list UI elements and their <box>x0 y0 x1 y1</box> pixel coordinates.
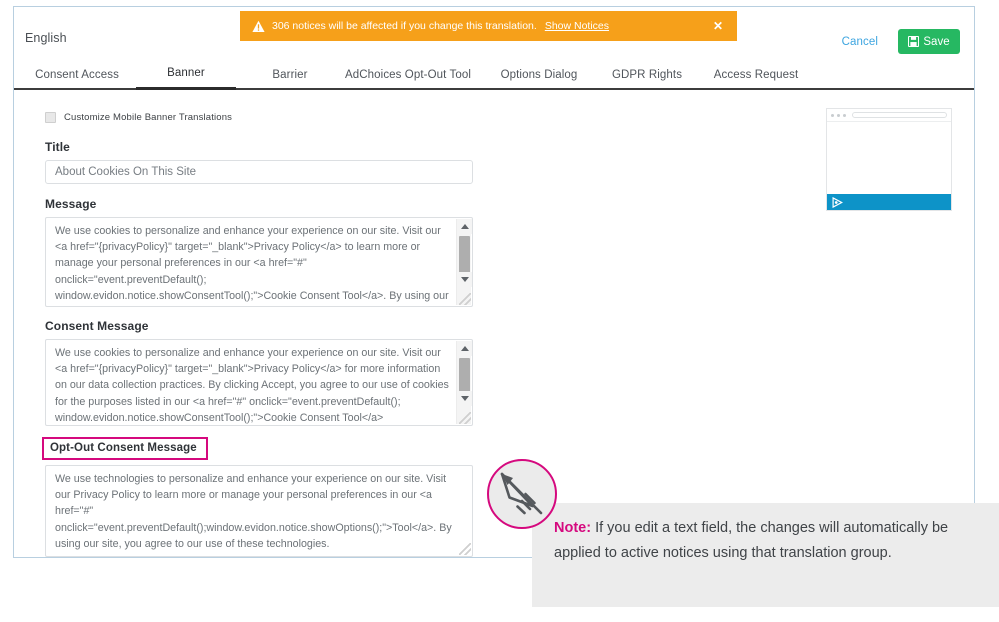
banner-preview-thumbnail[interactable] <box>826 108 952 211</box>
consent-message-field-group: Consent Message We use cookies to person… <box>45 319 473 426</box>
panel-header: English 306 notices will be affected if … <box>14 7 974 59</box>
resize-handle[interactable] <box>459 543 471 555</box>
title-field-group: Title <box>45 140 473 184</box>
save-button-label: Save <box>923 35 950 48</box>
pencil-circle-icon <box>487 459 557 529</box>
tab-adchoices-optout-tool[interactable]: AdChoices Opt-Out Tool <box>334 59 482 90</box>
warning-text: 306 notices will be affected if you chan… <box>272 20 537 32</box>
tab-banner[interactable]: Banner <box>136 59 236 90</box>
scroll-down-arrow-icon[interactable] <box>457 391 472 406</box>
scrollbar-thumb[interactable] <box>459 236 470 276</box>
note-callout: Note: If you edit a text field, the chan… <box>532 503 999 607</box>
resize-handle[interactable] <box>459 293 471 305</box>
window-dot <box>843 113 846 117</box>
tab-barrier[interactable]: Barrier <box>250 59 330 90</box>
resize-handle[interactable] <box>459 412 471 424</box>
cancel-button[interactable]: Cancel <box>842 36 878 48</box>
tab-bar: Consent Access Banner Barrier AdChoices … <box>14 59 974 90</box>
preview-page-area <box>827 122 951 194</box>
message-textarea-value: We use cookies to personalize and enhanc… <box>55 225 449 302</box>
preview-banner-strip <box>827 194 951 210</box>
customize-mobile-banner-checkbox[interactable] <box>45 112 56 123</box>
translation-warning-banner: 306 notices will be affected if you chan… <box>240 11 737 41</box>
tab-options-dialog[interactable]: Options Dialog <box>484 59 594 90</box>
screenshot-root: English 306 notices will be affected if … <box>0 0 999 622</box>
message-field-group: Message We use cookies to personalize an… <box>45 197 473 307</box>
show-notices-link[interactable]: Show Notices <box>545 20 609 32</box>
optout-consent-message-field-group: Opt-Out Consent Message We use technolog… <box>42 437 473 557</box>
window-dot <box>837 113 840 117</box>
consent-message-label: Consent Message <box>45 319 149 333</box>
title-label: Title <box>45 140 70 154</box>
optout-consent-message-label: Opt-Out Consent Message <box>42 437 208 460</box>
customize-mobile-banner-label: Customize Mobile Banner Translations <box>64 112 233 123</box>
optout-consent-message-textarea[interactable]: We use technologies to personalize and e… <box>45 465 473 557</box>
title-input[interactable] <box>45 160 473 184</box>
tab-access-request[interactable]: Access Request <box>698 59 814 90</box>
language-label: English <box>25 31 67 45</box>
customize-mobile-banner-row[interactable]: Customize Mobile Banner Translations <box>45 112 232 123</box>
warning-triangle-icon <box>252 20 265 33</box>
message-textarea[interactable]: We use cookies to personalize and enhanc… <box>45 217 473 307</box>
preview-browser-chrome <box>827 109 951 122</box>
message-label: Message <box>45 197 97 211</box>
scroll-up-arrow-icon[interactable] <box>457 219 472 234</box>
tab-consent-access[interactable]: Consent Access <box>22 59 132 90</box>
close-icon[interactable]: ✕ <box>713 20 723 32</box>
scroll-down-arrow-icon[interactable] <box>457 272 472 287</box>
consent-message-textarea-value: We use cookies to personalize and enhanc… <box>55 347 452 424</box>
note-keyword: Note: <box>554 520 592 536</box>
scroll-up-arrow-icon[interactable] <box>457 341 472 356</box>
floppy-save-icon <box>908 36 920 47</box>
consent-message-textarea[interactable]: We use cookies to personalize and enhanc… <box>45 339 473 426</box>
optout-consent-message-textarea-value: We use technologies to personalize and e… <box>55 473 455 550</box>
adchoices-play-icon <box>832 196 843 208</box>
note-body: If you edit a text field, the changes wi… <box>554 520 949 561</box>
preview-url-bar <box>852 112 947 118</box>
window-dot <box>831 113 834 117</box>
note-text: Note: If you edit a text field, the chan… <box>554 516 981 566</box>
save-button[interactable]: Save <box>898 29 960 54</box>
tab-gdpr-rights[interactable]: GDPR Rights <box>600 59 694 90</box>
